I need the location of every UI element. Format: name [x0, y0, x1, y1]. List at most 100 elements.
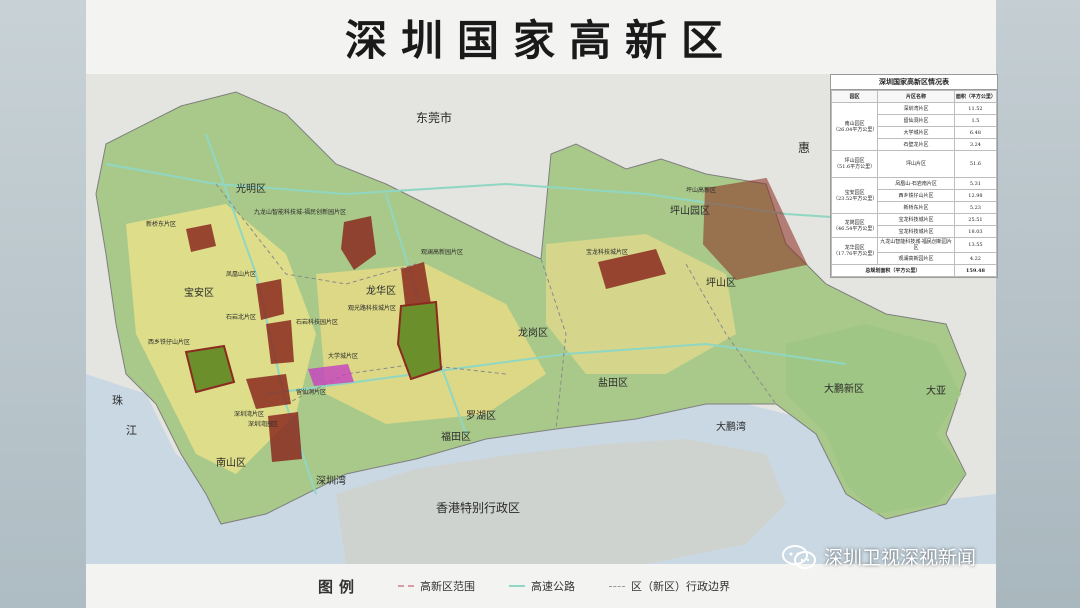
park-cell: 南山园区 （26.04平方公里） — [830, 102, 879, 151]
legend-swatch — [509, 585, 525, 587]
zone-area: 5.23 — [953, 201, 998, 214]
park-zone-shiyan[interactable] — [266, 320, 294, 364]
label-futian: 福田区 — [441, 430, 471, 443]
legend-swatch — [609, 585, 625, 587]
wechat-icon — [782, 544, 816, 569]
park-label-daxuecheng: 大学城片区 — [328, 352, 358, 360]
table-header: 面积（平方公里） — [953, 90, 998, 103]
total-label: 总规划面积（平方公里） — [831, 264, 955, 277]
zone-name: 宝龙科技城片区 — [877, 225, 955, 238]
park-label-shiyan: 石岩北片区 — [226, 313, 256, 321]
park-zone-fenghuang[interactable] — [256, 279, 284, 320]
park-label-jiulong: 九龙山智能科技城-福民创新园片区 — [254, 208, 346, 216]
title-bar: 深圳国家高新区 — [86, 0, 996, 74]
legend-item-highway: 高速公路 — [509, 578, 575, 594]
table-row: 坪山园区 （51.6平方公里） 坪山片区 51.6 — [830, 150, 998, 178]
zone-area: 12.98 — [953, 189, 998, 202]
table-title: 深圳国家高新区情况表 — [831, 75, 997, 90]
label-jiang: 江 — [126, 424, 137, 437]
park-cell: 坪山园区 （51.6平方公里） — [830, 150, 879, 178]
label-shenzhenwan: 深圳湾 — [316, 474, 346, 487]
table-total-row: 总规划面积（平方公里） 159.48 — [831, 264, 998, 277]
legend-title: 图例 — [317, 577, 360, 596]
label-pingshan-top: 坪山园区 — [670, 204, 710, 217]
park-label-xili: 新桥东片区 — [146, 220, 176, 228]
table-row: 南山园区 （26.04平方公里） 深圳湾片区 11.52 — [830, 102, 998, 151]
zone-area: 51.6 — [953, 150, 998, 178]
watermark-text: 深圳卫视深视新闻 — [824, 547, 977, 569]
park-area: （23.52平方公里） — [833, 195, 878, 202]
zone-name: 坪山片区 — [877, 150, 955, 178]
legend-swatch — [398, 585, 414, 587]
label-dapeng: 大鹏新区 — [824, 382, 864, 395]
table-header: 园区 — [830, 90, 879, 103]
watermark: 深圳卫视深视新闻 — [782, 543, 976, 570]
zone-name: 观澜高新园片区 — [877, 252, 955, 265]
park-label-pingshan-park: 坪山高新区 — [686, 186, 716, 194]
zone-name: 新桥东片区 — [877, 201, 955, 214]
park-area: （26.04平方公里） — [833, 126, 878, 133]
zone-area: 3.24 — [953, 138, 998, 151]
legend-item-district-boundary: 区（新区）行政边界 — [609, 578, 730, 594]
table-row: 龙华园区 （17.76平方公里） 九龙山智能科技城-福民创新园片区 13.55 — [830, 237, 998, 265]
park-zone-nanshan[interactable] — [268, 412, 302, 462]
table-header-row: 园区 片区名称 面积（平方公里） — [830, 90, 998, 103]
park-cell: 龙华园区 （17.76平方公里） — [830, 237, 879, 265]
zone-name: 凤凰山-石岩南片区 — [877, 177, 955, 190]
label-zhujiang: 珠 — [112, 393, 123, 407]
label-huizhou: 惠 — [798, 141, 810, 155]
zone-name: 九龙山智能科技城-福民创新园片区 — [877, 237, 955, 253]
total-value: 159.48 — [953, 264, 998, 277]
park-area: （46.54平方公里） — [833, 225, 878, 232]
label-pingshan: 坪山区 — [706, 276, 736, 289]
park-label-baolong: 宝龙科技城片区 — [586, 248, 628, 256]
park-label-xixiang: 西乡铁仔山片区 — [148, 338, 190, 346]
park-area: （51.6平方公里） — [834, 164, 876, 170]
zone-name: 深圳湾片区 — [877, 102, 955, 115]
park-cell: 宝安园区 （23.52平方公里） — [830, 177, 879, 214]
zone-name: 大学城片区 — [877, 126, 955, 139]
label-guangming: 光明区 — [236, 182, 266, 195]
table-body: 园区 片区名称 面积（平方公里） 南山园区 （26.04平方公里） 深圳湾片区 1… — [830, 90, 998, 277]
zone-area: 5.31 — [953, 177, 998, 190]
zone-area: 25.51 — [953, 213, 998, 226]
zone-area: 1.5 — [953, 114, 998, 127]
zone-area: 6.48 — [953, 126, 998, 139]
label-daya: 大亚 — [926, 384, 946, 397]
zone-name: 宝龙科技城片区 — [877, 213, 955, 226]
page-title: 深圳国家高新区 — [344, 15, 737, 65]
table-row: 宝安园区 （23.52平方公里） 凤凰山-石岩南片区 5.31 — [830, 177, 998, 214]
park-label-guanlan: 观澜高新园片区 — [421, 248, 463, 256]
legend-label: 高速公路 — [531, 580, 575, 593]
zone-area: 13.55 — [953, 237, 998, 253]
label-hongkong: 香港特别行政区 — [436, 500, 520, 515]
park-info-table: 深圳国家高新区情况表 园区 片区名称 面积（平方公里） 南山园区 （26.04平方… — [830, 74, 998, 278]
zone-name: 西乡铁仔山片区 — [877, 189, 955, 202]
label-longgang: 龙岗区 — [518, 326, 548, 339]
zone-area: 18.03 — [953, 225, 998, 238]
park-cell: 龙岗园区 （46.54平方公里） — [830, 213, 879, 238]
legend-label: 区（新区）行政边界 — [631, 580, 730, 593]
park-label-longhua-tech: 观光路科技城片区 — [348, 304, 396, 312]
label-yantian: 盐田区 — [598, 376, 628, 389]
label-dongguan: 东莞市 — [416, 110, 452, 125]
table-row: 龙岗园区 （46.54平方公里） 宝龙科技城片区 25.51 — [830, 213, 998, 238]
table-header: 片区名称 — [877, 90, 955, 103]
park-label-fenghuang: 凤凰山片区 — [226, 270, 256, 278]
park-area: （17.76平方公里） — [833, 251, 878, 257]
zone-area: 11.52 — [953, 102, 998, 115]
legend: 图例 高新区范围 高速公路 区（新区）行政边界 — [86, 564, 996, 608]
legend-label: 高新区范围 — [420, 580, 475, 593]
label-dapengwan: 大鹏湾 — [716, 420, 746, 433]
zone-area: 4.22 — [953, 252, 998, 265]
label-longhua: 龙华区 — [366, 284, 396, 297]
legend-item-park-boundary: 高新区范围 — [398, 578, 475, 594]
park-label-qiaotou: 石岩科技园片区 — [296, 318, 338, 326]
park-label-liuxian: 深圳湾片区 — [234, 410, 264, 418]
zone-name: 石壁龙片区 — [877, 138, 955, 151]
background-left — [0, 0, 86, 608]
zone-name: 留仙洞片区 — [877, 114, 955, 127]
park-label-liuxiandong: 留仙洞片区 — [296, 388, 326, 396]
label-baoan: 宝安区 — [184, 286, 214, 299]
background-right — [996, 0, 1080, 608]
